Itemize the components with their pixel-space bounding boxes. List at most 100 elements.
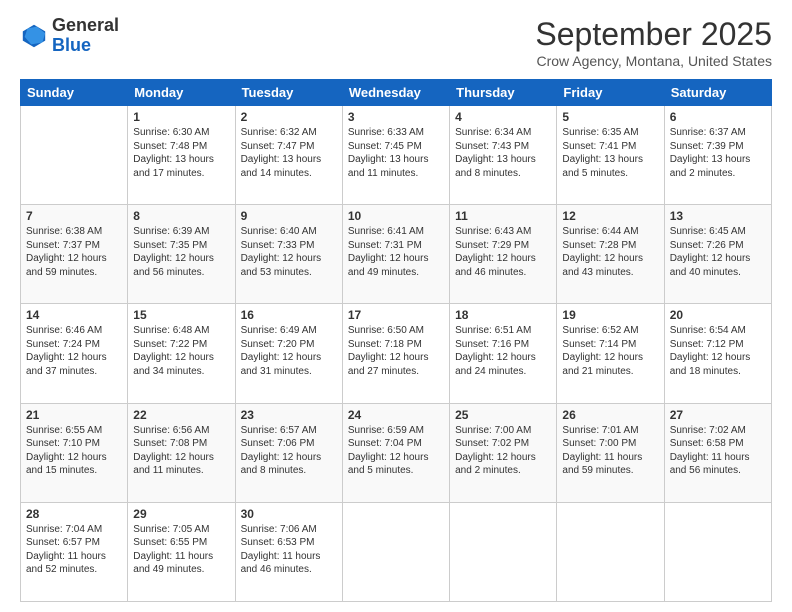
- calendar-cell: 8Sunrise: 6:39 AMSunset: 7:35 PMDaylight…: [128, 205, 235, 304]
- calendar-cell: 30Sunrise: 7:06 AMSunset: 6:53 PMDayligh…: [235, 502, 342, 601]
- day-number: 25: [455, 408, 551, 422]
- calendar-cell: 20 Sunrise: 6:54 AMSunset: 7:12 PMDayligh…: [664, 304, 771, 403]
- calendar-cell: 27 Sunrise: 7:02 AMSunset: 6:58 PMDayligh…: [664, 403, 771, 502]
- cell-info: Sunrise: 6:57 AMSunset: 7:06 PMDaylight:…: [241, 424, 337, 478]
- col-header-wednesday: Wednesday: [342, 80, 449, 106]
- header: General Blue September 2025 Crow Agency,…: [20, 16, 772, 69]
- cell-info: Sunrise: 6:49 AMSunset: 7:20 PMDaylight:…: [241, 324, 337, 378]
- calendar-cell: [664, 502, 771, 601]
- day-number: 24: [348, 408, 444, 422]
- month-title: September 2025: [535, 16, 772, 53]
- cell-info: Sunrise: 6:54 AMSunset: 7:12 PMDaylight:…: [670, 324, 766, 378]
- calendar-cell: 11 Sunrise: 6:43 AMSunset: 7:29 PMDayligh…: [450, 205, 557, 304]
- col-header-sunday: Sunday: [21, 80, 128, 106]
- cell-info: Sunrise: 6:52 AMSunset: 7:14 PMDaylight:…: [562, 324, 658, 378]
- calendar-cell: 15 Sunrise: 6:48 AMSunset: 7:22 PMDayligh…: [128, 304, 235, 403]
- calendar-cell: 22 Sunrise: 6:56 AMSunset: 7:08 PMDayligh…: [128, 403, 235, 502]
- calendar-cell: 1Sunrise: 6:30 AMSunset: 7:48 PMDaylight…: [128, 106, 235, 205]
- cell-info: Sunrise: 7:04 AMSunset: 6:57 PMDaylight:…: [26, 523, 122, 577]
- day-number: 13: [670, 209, 766, 223]
- calendar-cell: 24Sunrise: 6:59 AMSunset: 7:04 PMDayligh…: [342, 403, 449, 502]
- week-row-2: 7 Sunrise: 6:38 AMSunset: 7:37 PMDaylight…: [21, 205, 772, 304]
- day-number: 7: [26, 209, 122, 223]
- day-number: 21: [26, 408, 122, 422]
- cell-info: Sunrise: 6:37 AMSunset: 7:39 PMDaylight:…: [670, 126, 766, 180]
- day-number: 18: [455, 308, 551, 322]
- day-number: 17: [348, 308, 444, 322]
- week-row-3: 14 Sunrise: 6:46 AMSunset: 7:24 PMDayligh…: [21, 304, 772, 403]
- calendar-cell: 18 Sunrise: 6:51 AMSunset: 7:16 PMDayligh…: [450, 304, 557, 403]
- cell-info: Sunrise: 7:02 AMSunset: 6:58 PMDaylight:…: [670, 424, 766, 478]
- cell-info: Sunrise: 6:44 AMSunset: 7:28 PMDaylight:…: [562, 225, 658, 279]
- day-number: 3: [348, 110, 444, 124]
- day-number: 2: [241, 110, 337, 124]
- cell-info: Sunrise: 6:33 AMSunset: 7:45 PMDaylight:…: [348, 126, 444, 180]
- logo-icon: [20, 22, 48, 50]
- calendar-cell: 10 Sunrise: 6:41 AMSunset: 7:31 PMDayligh…: [342, 205, 449, 304]
- cell-info: Sunrise: 6:51 AMSunset: 7:16 PMDaylight:…: [455, 324, 551, 378]
- day-number: 6: [670, 110, 766, 124]
- cell-info: Sunrise: 6:50 AMSunset: 7:18 PMDaylight:…: [348, 324, 444, 378]
- day-number: 20: [670, 308, 766, 322]
- day-number: 22: [133, 408, 229, 422]
- cell-info: Sunrise: 6:48 AMSunset: 7:22 PMDaylight:…: [133, 324, 229, 378]
- cell-info: Sunrise: 7:05 AMSunset: 6:55 PMDaylight:…: [133, 523, 229, 577]
- week-row-4: 21 Sunrise: 6:55 AMSunset: 7:10 PMDayligh…: [21, 403, 772, 502]
- day-number: 9: [241, 209, 337, 223]
- title-block: September 2025 Crow Agency, Montana, Uni…: [535, 16, 772, 69]
- calendar-cell: 13Sunrise: 6:45 AMSunset: 7:26 PMDayligh…: [664, 205, 771, 304]
- cell-info: Sunrise: 7:00 AMSunset: 7:02 PMDaylight:…: [455, 424, 551, 478]
- week-row-1: 1Sunrise: 6:30 AMSunset: 7:48 PMDaylight…: [21, 106, 772, 205]
- col-header-thursday: Thursday: [450, 80, 557, 106]
- week-row-5: 28 Sunrise: 7:04 AMSunset: 6:57 PMDayligh…: [21, 502, 772, 601]
- calendar-cell: 9 Sunrise: 6:40 AMSunset: 7:33 PMDaylight…: [235, 205, 342, 304]
- calendar-cell: 29 Sunrise: 7:05 AMSunset: 6:55 PMDayligh…: [128, 502, 235, 601]
- day-number: 14: [26, 308, 122, 322]
- location: Crow Agency, Montana, United States: [535, 53, 772, 69]
- cell-info: Sunrise: 7:01 AMSunset: 7:00 PMDaylight:…: [562, 424, 658, 478]
- calendar-cell: 16 Sunrise: 6:49 AMSunset: 7:20 PMDayligh…: [235, 304, 342, 403]
- day-number: 29: [133, 507, 229, 521]
- day-number: 19: [562, 308, 658, 322]
- cell-info: Sunrise: 6:32 AMSunset: 7:47 PMDaylight:…: [241, 126, 337, 180]
- day-number: 28: [26, 507, 122, 521]
- day-number: 4: [455, 110, 551, 124]
- calendar-cell: 14 Sunrise: 6:46 AMSunset: 7:24 PMDayligh…: [21, 304, 128, 403]
- cell-info: Sunrise: 6:56 AMSunset: 7:08 PMDaylight:…: [133, 424, 229, 478]
- col-header-tuesday: Tuesday: [235, 80, 342, 106]
- calendar-cell: 25 Sunrise: 7:00 AMSunset: 7:02 PMDayligh…: [450, 403, 557, 502]
- cell-info: Sunrise: 7:06 AMSunset: 6:53 PMDaylight:…: [241, 523, 337, 577]
- calendar-cell: 7 Sunrise: 6:38 AMSunset: 7:37 PMDaylight…: [21, 205, 128, 304]
- calendar-cell: 2 Sunrise: 6:32 AMSunset: 7:47 PMDaylight…: [235, 106, 342, 205]
- calendar-table: SundayMondayTuesdayWednesdayThursdayFrid…: [20, 79, 772, 602]
- cell-info: Sunrise: 6:34 AMSunset: 7:43 PMDaylight:…: [455, 126, 551, 180]
- cell-info: Sunrise: 6:46 AMSunset: 7:24 PMDaylight:…: [26, 324, 122, 378]
- day-number: 10: [348, 209, 444, 223]
- cell-info: Sunrise: 6:38 AMSunset: 7:37 PMDaylight:…: [26, 225, 122, 279]
- calendar-cell: 19 Sunrise: 6:52 AMSunset: 7:14 PMDayligh…: [557, 304, 664, 403]
- day-number: 11: [455, 209, 551, 223]
- cell-info: Sunrise: 6:35 AMSunset: 7:41 PMDaylight:…: [562, 126, 658, 180]
- day-number: 27: [670, 408, 766, 422]
- calendar-cell: 3 Sunrise: 6:33 AMSunset: 7:45 PMDaylight…: [342, 106, 449, 205]
- day-number: 1: [133, 110, 229, 124]
- cell-info: Sunrise: 6:55 AMSunset: 7:10 PMDaylight:…: [26, 424, 122, 478]
- day-number: 15: [133, 308, 229, 322]
- logo-general: General: [52, 16, 119, 36]
- day-number: 16: [241, 308, 337, 322]
- cell-info: Sunrise: 6:39 AMSunset: 7:35 PMDaylight:…: [133, 225, 229, 279]
- col-header-saturday: Saturday: [664, 80, 771, 106]
- cell-info: Sunrise: 6:41 AMSunset: 7:31 PMDaylight:…: [348, 225, 444, 279]
- logo: General Blue: [20, 16, 119, 56]
- calendar-cell: 21 Sunrise: 6:55 AMSunset: 7:10 PMDayligh…: [21, 403, 128, 502]
- cell-info: Sunrise: 6:43 AMSunset: 7:29 PMDaylight:…: [455, 225, 551, 279]
- calendar-cell: 28 Sunrise: 7:04 AMSunset: 6:57 PMDayligh…: [21, 502, 128, 601]
- cell-info: Sunrise: 6:40 AMSunset: 7:33 PMDaylight:…: [241, 225, 337, 279]
- calendar-cell: [450, 502, 557, 601]
- calendar-cell: [557, 502, 664, 601]
- calendar-cell: 23Sunrise: 6:57 AMSunset: 7:06 PMDayligh…: [235, 403, 342, 502]
- day-number: 26: [562, 408, 658, 422]
- calendar-cell: 26 Sunrise: 7:01 AMSunset: 7:00 PMDayligh…: [557, 403, 664, 502]
- calendar-cell: [342, 502, 449, 601]
- calendar-cell: 12Sunrise: 6:44 AMSunset: 7:28 PMDayligh…: [557, 205, 664, 304]
